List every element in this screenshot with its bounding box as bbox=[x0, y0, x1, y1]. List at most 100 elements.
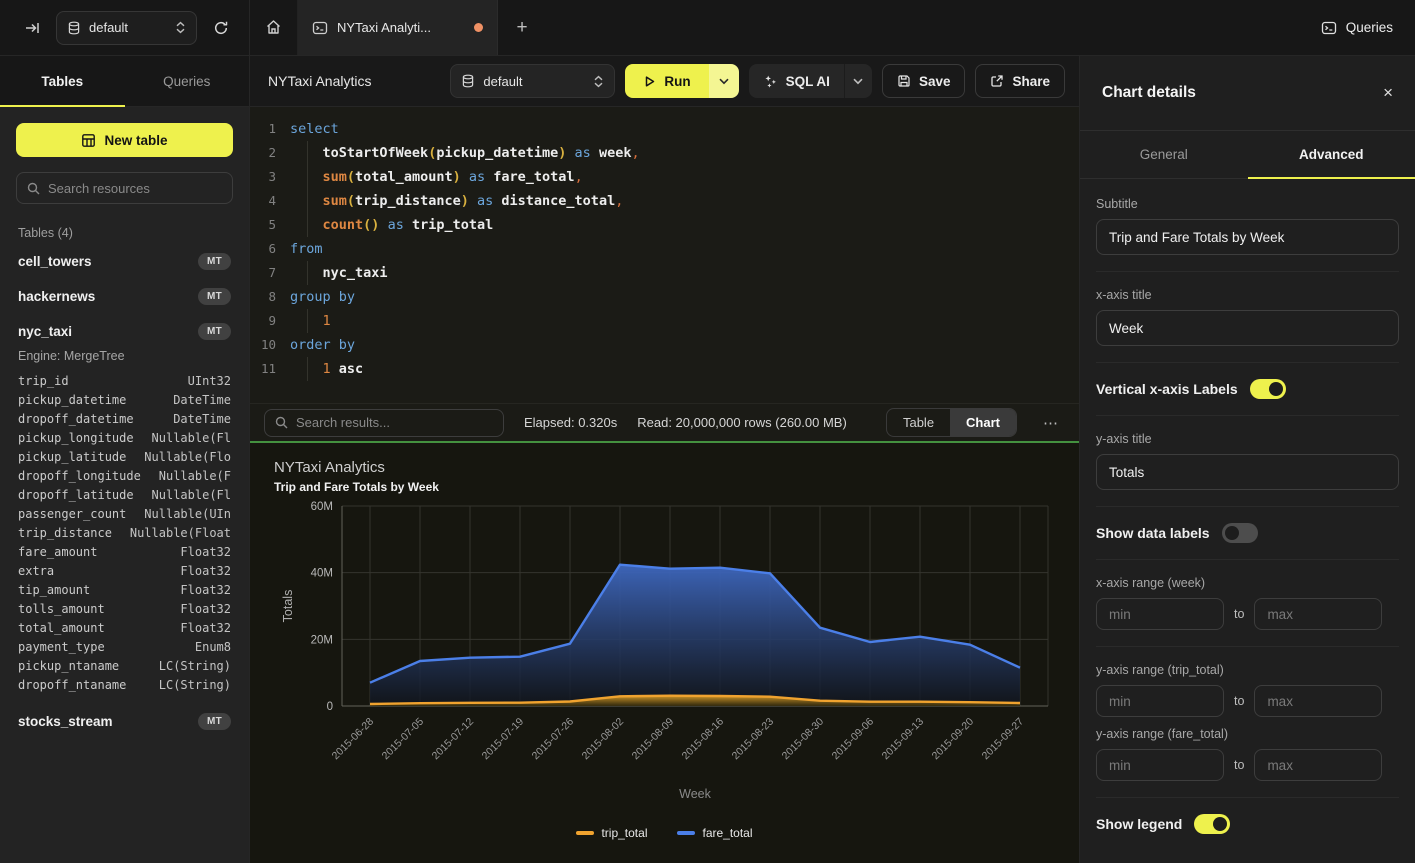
share-button[interactable]: Share bbox=[975, 64, 1065, 98]
elapsed-stat: Elapsed: 0.320s bbox=[524, 415, 617, 430]
yaxis-range-trip-max-input[interactable] bbox=[1254, 685, 1382, 717]
code-line: 1select bbox=[250, 117, 1079, 141]
tables-section-label: Tables (4) bbox=[18, 226, 231, 240]
refresh-button[interactable] bbox=[207, 14, 235, 42]
code-line: 2 toStartOfWeek(pickup_datetime) as week… bbox=[250, 141, 1079, 165]
chevron-updown-icon bbox=[593, 75, 604, 88]
queries-button[interactable]: Queries bbox=[1321, 20, 1393, 36]
yaxis-range-trip-min-input[interactable] bbox=[1096, 685, 1224, 717]
divider bbox=[1096, 646, 1399, 647]
share-button-label: Share bbox=[1012, 74, 1050, 89]
table-item-cell_towers[interactable]: cell_towersMT bbox=[16, 244, 233, 279]
sql-ai-options-button[interactable] bbox=[844, 64, 872, 98]
yaxis-range-trip-label: y-axis range (trip_total) bbox=[1096, 663, 1399, 677]
chart-area: NYTaxi Analytics Trip and Fare Totals by… bbox=[250, 443, 1079, 863]
column-row: pickup_longitudeNullable(Fl bbox=[16, 428, 233, 447]
xaxis-title-input[interactable] bbox=[1096, 310, 1399, 346]
chart-canvas[interactable]: 020M40M60MTotals2015-06-282015-07-052015… bbox=[274, 494, 1055, 824]
yaxis-title-input[interactable] bbox=[1096, 454, 1399, 490]
engine-line: Engine: MergeTree bbox=[16, 349, 233, 371]
xaxis-range-min-input[interactable] bbox=[1096, 598, 1224, 630]
query-tab[interactable]: NYTaxi Analyti... bbox=[298, 0, 498, 55]
resource-search-input[interactable] bbox=[48, 181, 222, 196]
table-item-stocks_stream[interactable]: stocks_streamMT bbox=[16, 704, 233, 739]
show-data-labels-row: Show data labels bbox=[1096, 523, 1399, 543]
subtitle-input[interactable] bbox=[1096, 219, 1399, 255]
table-item-hackernews[interactable]: hackernews MT bbox=[16, 279, 233, 314]
toggle-knob bbox=[1213, 817, 1227, 831]
terminal-icon bbox=[312, 20, 328, 36]
vertical-xaxis-labels-row: Vertical x-axis Labels bbox=[1096, 379, 1399, 399]
tab-general[interactable]: General bbox=[1080, 131, 1248, 178]
sql-ai-button[interactable]: SQL AI bbox=[749, 64, 844, 98]
run-button[interactable]: Run bbox=[625, 64, 708, 98]
engine-badge: MT bbox=[198, 253, 231, 270]
new-tab-button[interactable]: + bbox=[498, 0, 546, 55]
column-row: dropoff_ntanameLC(String) bbox=[16, 675, 233, 694]
engine-badge: MT bbox=[198, 288, 231, 305]
save-button[interactable]: Save bbox=[882, 64, 966, 98]
view-toggle: Table Chart bbox=[886, 408, 1017, 437]
svg-text:40M: 40M bbox=[311, 568, 333, 580]
yaxis-range-fare-max-input[interactable] bbox=[1254, 749, 1382, 781]
svg-text:2015-08-30: 2015-08-30 bbox=[780, 716, 827, 763]
svg-text:2015-08-02: 2015-08-02 bbox=[580, 716, 627, 763]
collapse-sidebar-button[interactable] bbox=[18, 14, 46, 42]
column-row: tolls_amountFloat32 bbox=[16, 599, 233, 618]
sidebar: Tables Queries New table Tables (4) bbox=[0, 56, 250, 863]
show-legend-toggle[interactable] bbox=[1194, 814, 1230, 834]
more-options-button[interactable]: ⋯ bbox=[1037, 410, 1065, 436]
code-lines: 1select2 toStartOfWeek(pickup_datetime) … bbox=[250, 117, 1079, 381]
sql-editor[interactable]: 1select2 toStartOfWeek(pickup_datetime) … bbox=[250, 107, 1079, 403]
vertical-xaxis-labels-toggle[interactable] bbox=[1250, 379, 1286, 399]
code-line: 5 count() as trip_total bbox=[250, 213, 1079, 237]
refresh-icon bbox=[213, 20, 229, 36]
sidebar-tabs: Tables Queries bbox=[0, 56, 249, 107]
show-data-labels-toggle[interactable] bbox=[1222, 523, 1258, 543]
legend-item-trip_total[interactable]: trip_total bbox=[576, 826, 647, 840]
close-panel-button[interactable]: × bbox=[1383, 83, 1393, 103]
tab-advanced[interactable]: Advanced bbox=[1248, 131, 1415, 178]
xaxis-range-max-input[interactable] bbox=[1254, 598, 1382, 630]
column-row: extraFloat32 bbox=[16, 561, 233, 580]
show-legend-row: Show legend bbox=[1096, 814, 1399, 834]
svg-text:Week: Week bbox=[679, 787, 711, 801]
main-column: NYTaxi Analytics default Run bbox=[250, 56, 1080, 863]
results-toolbar: Elapsed: 0.320s Read: 20,000,000 rows (2… bbox=[250, 403, 1079, 441]
run-button-label: Run bbox=[664, 74, 690, 89]
xaxis-range-row: to bbox=[1096, 598, 1399, 630]
svg-text:Totals: Totals bbox=[281, 590, 295, 623]
table-name: nyc_taxi bbox=[18, 324, 72, 339]
view-table-button[interactable]: Table bbox=[887, 409, 950, 436]
view-chart-button[interactable]: Chart bbox=[950, 409, 1016, 436]
save-button-label: Save bbox=[919, 74, 951, 89]
column-row: trip_distanceNullable(Float bbox=[16, 523, 233, 542]
legend-swatch bbox=[677, 831, 695, 835]
toggle-knob bbox=[1269, 382, 1283, 396]
resource-search bbox=[16, 172, 233, 204]
read-stat: Read: 20,000,000 rows (260.00 MB) bbox=[637, 415, 847, 430]
database-selector[interactable]: default bbox=[56, 11, 197, 45]
sidebar-body: New table Tables (4) cell_towersMThacker… bbox=[0, 107, 249, 863]
query-database-selector[interactable]: default bbox=[450, 64, 615, 98]
sparkles-icon bbox=[763, 74, 778, 89]
column-row: pickup_latitudeNullable(Flo bbox=[16, 447, 233, 466]
home-tab-button[interactable] bbox=[250, 0, 298, 55]
results-search bbox=[264, 409, 504, 437]
svg-text:2015-07-05: 2015-07-05 bbox=[380, 716, 427, 763]
table-name: hackernews bbox=[18, 289, 95, 304]
vertical-xaxis-labels-label: Vertical x-axis Labels bbox=[1096, 381, 1238, 397]
query-title: NYTaxi Analytics bbox=[268, 73, 371, 89]
results-search-input[interactable] bbox=[296, 415, 493, 430]
table-item-nyc_taxi[interactable]: nyc_taxiMT bbox=[16, 314, 233, 349]
sidebar-tab-tables[interactable]: Tables bbox=[0, 56, 125, 106]
sidebar-tab-queries[interactable]: Queries bbox=[125, 56, 250, 106]
new-table-button[interactable]: New table bbox=[16, 123, 233, 157]
tab-strip: NYTaxi Analyti... + bbox=[250, 0, 1299, 55]
legend-item-fare_total[interactable]: fare_total bbox=[677, 826, 752, 840]
run-options-button[interactable] bbox=[709, 64, 739, 98]
chart-title: NYTaxi Analytics bbox=[274, 459, 1055, 476]
code-line: 9 1 bbox=[250, 309, 1079, 333]
column-row: trip_idUInt32 bbox=[16, 371, 233, 390]
yaxis-range-fare-min-input[interactable] bbox=[1096, 749, 1224, 781]
